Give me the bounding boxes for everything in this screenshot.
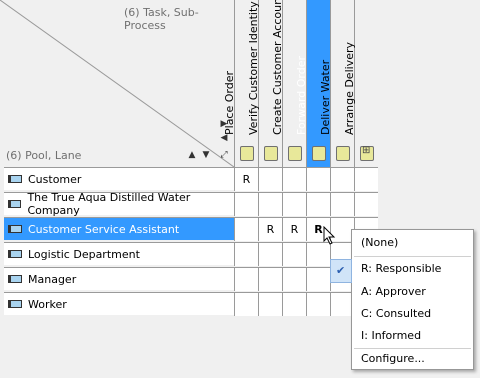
mouse-pointer-icon [323,226,336,245]
matrix-cell[interactable] [306,267,330,291]
matrix-cell[interactable]: R [282,217,306,241]
matrix-cell[interactable] [282,292,306,316]
menu-item-consulted[interactable]: C: Consulted [352,303,473,325]
task-icon [336,146,350,161]
column-header-label: Arrange Delivery [343,42,356,135]
lane-icon [8,250,22,258]
swap-axes-icon[interactable]: ⤢ [219,150,229,160]
move-down-icon[interactable]: ▼ [201,150,211,160]
matrix-cell[interactable] [306,167,330,191]
column-header-label: Deliver Water [319,59,332,135]
row-header-label: Worker [28,297,67,311]
matrix-cell[interactable] [234,242,258,266]
row-header-label: Logistic Department [28,247,140,261]
row-header[interactable]: Logistic Department [4,242,234,265]
matrix-cell[interactable] [258,242,282,266]
matrix-cell[interactable] [282,192,306,216]
row-header-label: Manager [28,272,77,286]
matrix-cell[interactable] [234,267,258,291]
column-header-label: Create Customer Account [271,0,284,135]
lane-icon [8,275,22,283]
task-icon [240,146,254,161]
matrix-cell[interactable] [234,217,258,241]
row-header-label: Customer [28,172,82,186]
row-header-label: Customer Service Assistant [28,222,180,236]
matrix-cell[interactable] [258,192,282,216]
menu-item-responsible[interactable]: R: Responsible [352,258,473,280]
rows-count-label: (6) Pool, Lane [6,149,82,162]
matrix-cell[interactable] [234,192,258,216]
lane-icon [8,175,22,183]
matrix-cell[interactable] [306,192,330,216]
matrix-cell[interactable] [234,292,258,316]
task-icon [264,146,278,161]
matrix-cell[interactable] [258,167,282,191]
matrix-cell[interactable] [282,167,306,191]
row-header[interactable]: Customer Service Assistant [4,217,234,240]
move-up-icon[interactable]: ▲ [187,150,197,160]
matrix-cell[interactable] [330,167,354,191]
column-header-label: Forward Order [295,56,308,135]
menu-item-none[interactable]: (None) [352,232,473,254]
sub-process-icon [360,145,374,161]
matrix-cell[interactable] [306,292,330,316]
column-header[interactable]: Arrange Delivery [343,0,378,167]
matrix-cell[interactable] [354,167,378,191]
row-header[interactable]: The True Aqua Distilled Water Company [4,191,234,217]
matrix-cell[interactable] [258,267,282,291]
matrix-cell[interactable] [258,292,282,316]
row-header[interactable]: Manager [4,267,234,290]
lane-icon [8,300,22,308]
matrix-cell[interactable]: R [234,167,258,191]
menu-check-highlight: ✔ [330,259,352,283]
matrix-cell[interactable] [282,242,306,266]
menu-separator [354,256,471,257]
lane-icon [8,225,22,233]
matrix-corner: (6) Task, Sub-Process (6) Pool, Lane ▶ ◀… [0,0,234,167]
menu-item-informed[interactable]: I: Informed [352,325,473,347]
lane-icon [8,200,22,208]
matrix-cell[interactable] [330,192,354,216]
checkmark-icon: ✔ [336,264,346,277]
matrix-cell[interactable] [354,192,378,216]
column-header-label: Place Order [223,70,236,135]
column-header-label: Verify Customer Identity [247,1,260,135]
columns-count-label: (6) Task, Sub-Process [124,6,199,32]
row-header[interactable]: Customer [4,167,234,190]
menu-item-configure[interactable]: Configure... [352,348,473,370]
row-header-label: The True Aqua Distilled Water Company [27,191,191,217]
matrix-cell[interactable] [282,267,306,291]
task-icon [312,146,326,161]
context-menu: (None) R: Responsible A: Approver C: Con… [351,229,474,370]
task-icon [288,146,302,161]
menu-item-approver[interactable]: A: Approver [352,281,473,303]
matrix-cell[interactable]: R [258,217,282,241]
row-header[interactable]: Worker [4,292,234,315]
